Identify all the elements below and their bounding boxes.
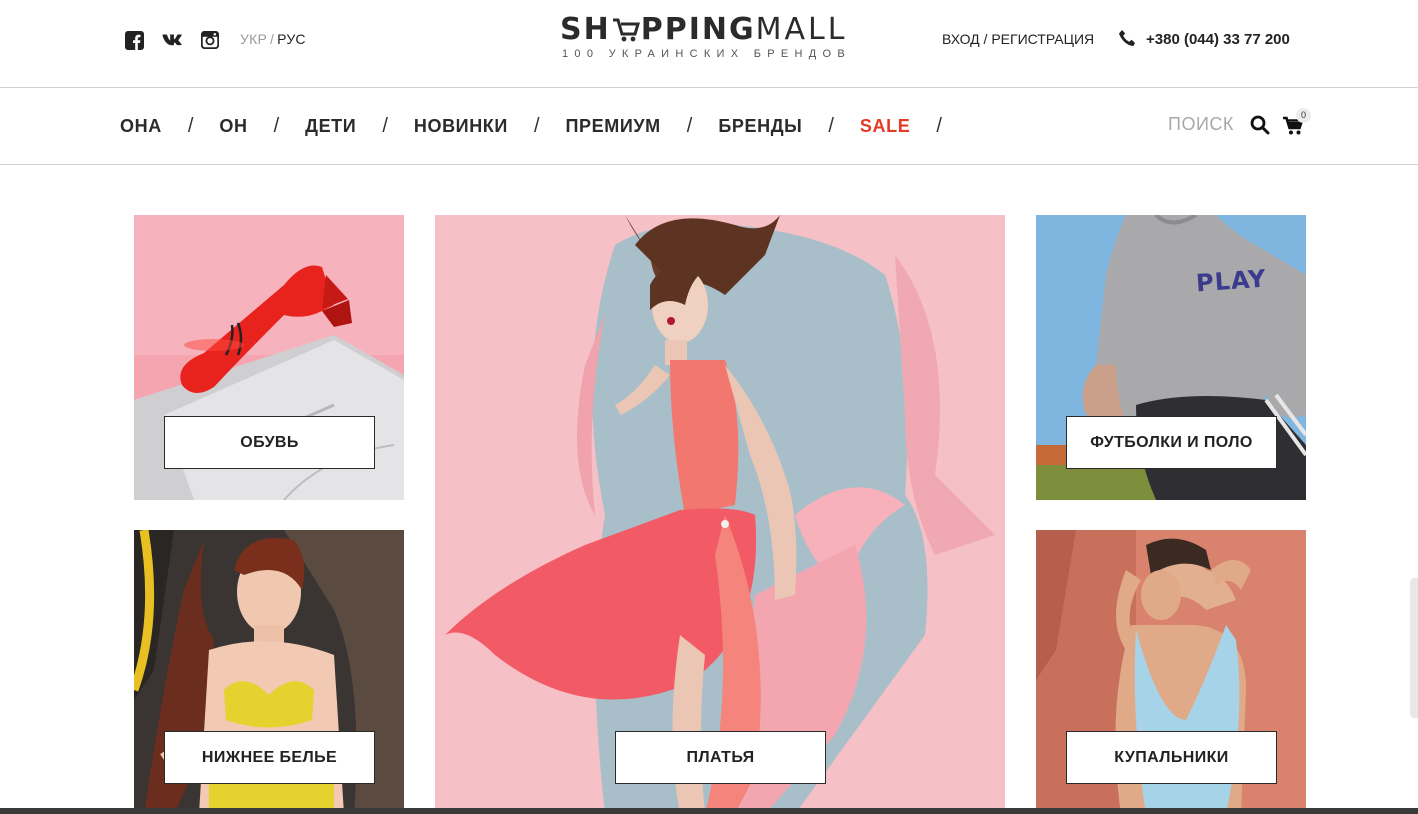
tshirt-print-text: PLAY <box>1195 264 1268 298</box>
category-tile-tshirts[interactable]: PLAY ФУТБОЛКИ И ПОЛО <box>1036 215 1306 500</box>
category-label-dresses[interactable]: ПЛАТЬЯ <box>615 731 826 784</box>
logo-cart-icon <box>612 16 640 42</box>
nav-separator: / <box>273 115 280 137</box>
logo-text-pping: PPING <box>640 11 756 47</box>
nav-item-he[interactable]: ОН <box>219 116 247 137</box>
nav-separator: / <box>936 115 942 137</box>
phone-number: +380 (044) 33 77 200 <box>1146 30 1290 48</box>
lang-separator: / <box>270 31 275 47</box>
search-input[interactable] <box>1168 114 1244 135</box>
nav-separator: / <box>686 115 693 137</box>
nav-separator: / <box>382 115 388 137</box>
category-tile-swimwear[interactable]: КУПАЛЬНИКИ <box>1036 530 1306 814</box>
nav-item-new[interactable]: НОВИНКИ <box>414 116 508 137</box>
category-label-lingerie[interactable]: НИЖНЕЕ БЕЛЬЕ <box>164 731 375 784</box>
category-tile-dresses[interactable]: ПЛАТЬЯ <box>435 215 1005 814</box>
category-tile-lingerie[interactable]: НИЖНЕЕ БЕЛЬЕ <box>134 530 404 814</box>
cart-count-badge: 0 <box>1296 108 1311 123</box>
nav-menu: ОНА / ОН / ДЕТИ / НОВИНКИ / ПРЕМИУМ / БР… <box>120 115 968 138</box>
login-link[interactable]: ВХОД <box>942 31 980 47</box>
nav-item-premium[interactable]: ПРЕМИУМ <box>566 116 661 137</box>
nav-item-sale[interactable]: SALE <box>860 116 910 137</box>
category-label-shoes[interactable]: ОБУВЬ <box>164 416 375 469</box>
logo-tagline: 100 УКРАИНСКИХ БРЕНДОВ <box>562 48 852 60</box>
page-scrollbar[interactable] <box>1410 578 1418 718</box>
vk-icon[interactable] <box>162 30 182 50</box>
register-link[interactable]: РЕГИСТРАЦИЯ <box>991 31 1094 47</box>
nav-separator: / <box>828 115 834 137</box>
phone-icon <box>1119 30 1135 46</box>
auth-separator: / <box>979 31 992 47</box>
social-links <box>124 30 238 50</box>
nav-item-kids[interactable]: ДЕТИ <box>305 116 356 137</box>
language-switcher: УКР / РУС <box>240 31 306 47</box>
phone-contact[interactable]: +380 (044) 33 77 200 <box>1118 29 1290 49</box>
category-label-tshirts[interactable]: ФУТБОЛКИ И ПОЛО <box>1066 416 1277 469</box>
main-navigation: ОНА / ОН / ДЕТИ / НОВИНКИ / ПРЕМИУМ / БР… <box>0 89 1418 165</box>
top-bar: УКР / РУС SH PPING MALL 100 УКРАИНСКИХ БРЕ… <box>0 0 1418 88</box>
auth-links: ВХОД / РЕГИСТРАЦИЯ <box>942 31 1094 47</box>
instagram-icon[interactable] <box>200 30 220 50</box>
footer-edge <box>0 808 1418 814</box>
lang-rus-link[interactable]: РУС <box>277 31 306 47</box>
nav-separator: / <box>187 115 194 137</box>
category-tile-shoes[interactable]: ОБУВЬ <box>134 215 404 500</box>
nav-separator: / <box>533 115 540 137</box>
facebook-icon[interactable] <box>124 30 144 50</box>
logo-text-sh: SH <box>560 11 611 47</box>
search-icon[interactable] <box>1250 115 1270 135</box>
nav-item-brands[interactable]: БРЕНДЫ <box>718 116 802 137</box>
lang-ukr-link[interactable]: УКР <box>240 31 267 47</box>
search-box <box>1168 114 1270 135</box>
site-logo[interactable]: SH PPING MALL 100 УКРАИНСКИХ БРЕНДОВ <box>560 11 880 66</box>
category-label-swimwear[interactable]: КУПАЛЬНИКИ <box>1066 731 1277 784</box>
logo-text-mall: MALL <box>755 11 848 47</box>
dresses-image <box>435 215 1005 814</box>
nav-item-she[interactable]: ОНА <box>120 116 162 137</box>
